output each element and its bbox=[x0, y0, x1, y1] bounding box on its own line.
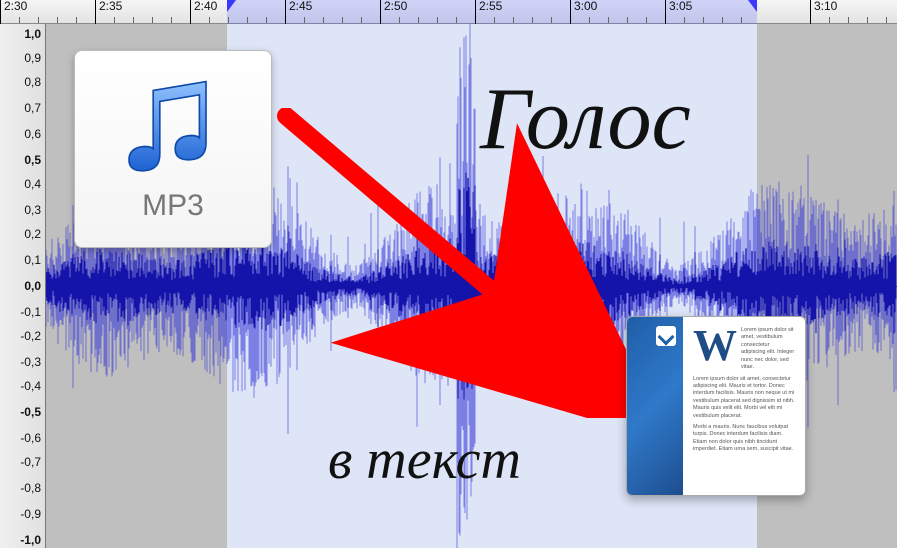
selection-start-handle[interactable] bbox=[227, 0, 236, 12]
amp-label: 0,8 bbox=[1, 75, 41, 89]
ruler-tick-minor bbox=[627, 17, 628, 23]
ruler-tick: 2:30 bbox=[0, 0, 27, 24]
ruler-tick-minor bbox=[304, 17, 305, 23]
amp-label: -0,6 bbox=[1, 431, 41, 445]
mp3-file-icon: MP3 bbox=[74, 50, 272, 248]
ruler-tick: 3:10 bbox=[810, 0, 837, 24]
document-icon: W Lorem ipsum dolor sit amet, vestibulum… bbox=[626, 316, 806, 496]
amp-label: -0,5 bbox=[1, 405, 41, 419]
ruler-tick-minor bbox=[867, 17, 868, 23]
ruler-tick-minor bbox=[342, 17, 343, 23]
ruler-tick-minor bbox=[437, 17, 438, 23]
ruler-tick-minor bbox=[266, 17, 267, 23]
ruler-tick-minor bbox=[608, 17, 609, 23]
ruler-tick-minor bbox=[19, 17, 20, 23]
ruler-tick: 2:45 bbox=[285, 0, 312, 24]
ruler-tick: 3:05 bbox=[665, 0, 692, 24]
amp-label: 0,9 bbox=[1, 51, 41, 65]
ruler-tick-minor bbox=[114, 17, 115, 23]
amp-label: -0,2 bbox=[1, 329, 41, 343]
selection-end-handle[interactable] bbox=[748, 0, 757, 12]
amp-label: 1,0 bbox=[1, 27, 41, 41]
ruler-tick: 2:35 bbox=[95, 0, 122, 24]
ruler-tick-minor bbox=[418, 17, 419, 23]
ruler-tick-minor bbox=[646, 17, 647, 23]
ruler-tick-minor bbox=[494, 17, 495, 23]
ruler-tick-minor bbox=[532, 17, 533, 23]
amp-label: -0,7 bbox=[1, 455, 41, 469]
ruler-tick-minor bbox=[133, 17, 134, 23]
ruler-tick: 3:00 bbox=[570, 0, 597, 24]
ruler-tick-minor bbox=[722, 17, 723, 23]
ruler-tick-minor bbox=[741, 17, 742, 23]
ruler-tick: 2:40 bbox=[190, 0, 217, 24]
ruler-tick-minor bbox=[829, 17, 830, 23]
ruler-tick: 2:50 bbox=[380, 0, 407, 24]
ruler-tick-minor bbox=[247, 17, 248, 23]
amp-label: 0,6 bbox=[1, 127, 41, 141]
amp-label: 0,2 bbox=[1, 227, 41, 241]
amp-label: -0,9 bbox=[1, 507, 41, 521]
amp-label: 0,7 bbox=[1, 101, 41, 115]
doc-paragraph: Morbi a mauris. Nunc faucibus volutpat t… bbox=[693, 424, 795, 454]
amp-label: 0,1 bbox=[1, 253, 41, 267]
ruler-tick-minor bbox=[152, 17, 153, 23]
ruler-tick-minor bbox=[513, 17, 514, 23]
amplitude-ruler[interactable]: 1,0 0,9 0,8 0,7 0,6 0,5 0,4 0,3 0,2 0,1 0,0 -0,1 -0,… bbox=[0, 24, 46, 548]
amp-label: 0,5 bbox=[1, 153, 41, 167]
ruler-tick-minor bbox=[38, 17, 39, 23]
doc-dropcap: W bbox=[693, 327, 737, 365]
mp3-caption: MP3 bbox=[142, 189, 204, 223]
ruler-tick: 2:55 bbox=[475, 0, 502, 24]
amp-label: -0,3 bbox=[1, 355, 41, 369]
timeline-ruler[interactable]: 2:302:352:402:452:502:553:003:053:103:1 bbox=[0, 0, 897, 24]
doc-page: W Lorem ipsum dolor sit amet, vestibulum… bbox=[683, 317, 805, 495]
amp-label: 0,3 bbox=[1, 203, 41, 217]
ruler-tick-minor bbox=[684, 17, 685, 23]
ruler-tick-minor bbox=[57, 17, 58, 23]
amp-label: -0,1 bbox=[1, 305, 41, 319]
ruler-tick-minor bbox=[589, 17, 590, 23]
amp-label: -1,0 bbox=[1, 533, 41, 547]
ruler-tick-minor bbox=[76, 17, 77, 23]
ruler-tick-minor bbox=[209, 17, 210, 23]
ruler-tick-minor bbox=[228, 17, 229, 23]
doc-sidebar bbox=[627, 317, 683, 495]
amp-label: -0,4 bbox=[1, 379, 41, 393]
ruler-tick-minor bbox=[848, 17, 849, 23]
ruler-tick-minor bbox=[886, 17, 887, 23]
ruler-tick-minor bbox=[551, 17, 552, 23]
ruler-tick-minor bbox=[361, 17, 362, 23]
ruler-tick-minor bbox=[399, 17, 400, 23]
ruler-tick-minor bbox=[323, 17, 324, 23]
amp-label: 0,4 bbox=[1, 177, 41, 191]
music-note-icon bbox=[118, 75, 228, 185]
ruler-tick-minor bbox=[703, 17, 704, 23]
amp-label: -0,8 bbox=[1, 481, 41, 495]
doc-paragraph: Lorem ipsum dolor sit amet, consectetur … bbox=[693, 376, 795, 421]
ruler-tick-minor bbox=[171, 17, 172, 23]
ruler-tick-minor bbox=[456, 17, 457, 23]
amp-label: 0,0 bbox=[1, 279, 41, 293]
